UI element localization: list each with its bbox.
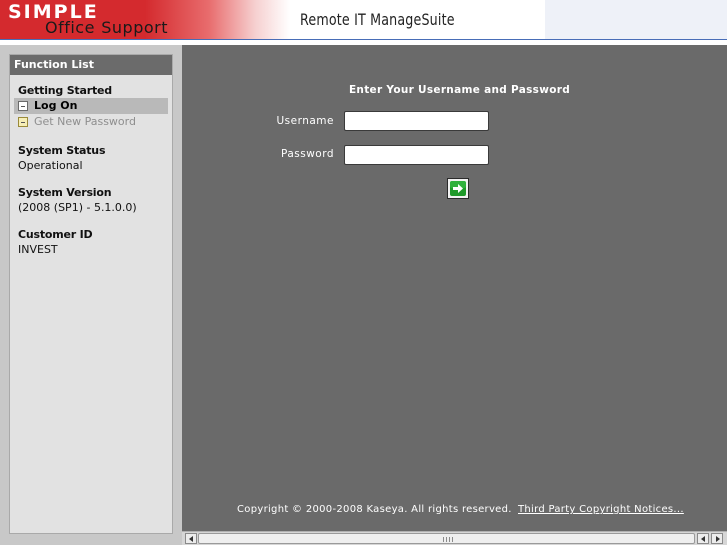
logo-support-word: Support [101, 18, 168, 37]
getting-started-title: Getting Started [18, 84, 112, 97]
menu-item-label: Get New Password [34, 115, 136, 128]
username-input[interactable] [344, 111, 489, 131]
scroll-left-button-2[interactable] [697, 533, 709, 544]
arrow-right-icon [716, 536, 720, 542]
function-list-header: Function List [10, 55, 172, 75]
green-arrow-right-icon [450, 181, 466, 196]
horizontal-scrollbar[interactable] [182, 531, 727, 545]
customer-id-title: Customer ID [18, 228, 93, 241]
scrollbar-thumb[interactable] [198, 533, 695, 544]
scroll-left-button[interactable] [185, 533, 197, 544]
login-area: Enter Your Username and Password Usernam… [182, 45, 727, 531]
scroll-right-button[interactable] [711, 533, 723, 544]
app-title: Remote IT ManageSuite [300, 10, 455, 29]
sidebar: Function List Getting Started Log On Get… [0, 45, 182, 545]
username-label: Username [276, 115, 334, 127]
password-label: Password [280, 148, 334, 160]
grip-icon [443, 537, 453, 542]
login-title: Enter Your Username and Password [348, 84, 571, 96]
system-status-title: System Status [18, 144, 106, 157]
copyright-text: Copyright © 2000-2008 Kaseya. All rights… [237, 504, 512, 515]
logo-office-support-text: Office-Support [45, 18, 168, 37]
menu-item-label: Log On [34, 99, 78, 112]
system-version-title: System Version [18, 186, 112, 199]
submit-button[interactable] [447, 178, 469, 199]
customer-id-value: INVEST [18, 243, 58, 256]
third-party-notices-link[interactable]: Third Party Copyright Notices... [518, 504, 684, 515]
menu-item-log-on[interactable]: Log On [14, 98, 168, 114]
menu-item-get-new-password[interactable]: Get New Password [10, 114, 172, 130]
system-version-value: (2008 (SP1) - 5.1.0.0) [18, 201, 137, 214]
page-icon [18, 101, 28, 111]
header-accent-bar [0, 39, 727, 40]
header-right-strip [545, 0, 727, 40]
logo-office-word: Office [45, 18, 95, 37]
system-status-value: Operational [18, 159, 83, 172]
password-input[interactable] [344, 145, 489, 165]
function-list-panel: Function List Getting Started Log On Get… [9, 54, 173, 534]
arrow-left-icon [189, 536, 193, 542]
app-header: SIMPLE Office-Support Remote IT ManageSu… [0, 0, 727, 40]
page-icon [18, 117, 28, 127]
brand-logo: SIMPLE Office-Support [0, 0, 290, 40]
arrow-left-icon [701, 536, 705, 542]
